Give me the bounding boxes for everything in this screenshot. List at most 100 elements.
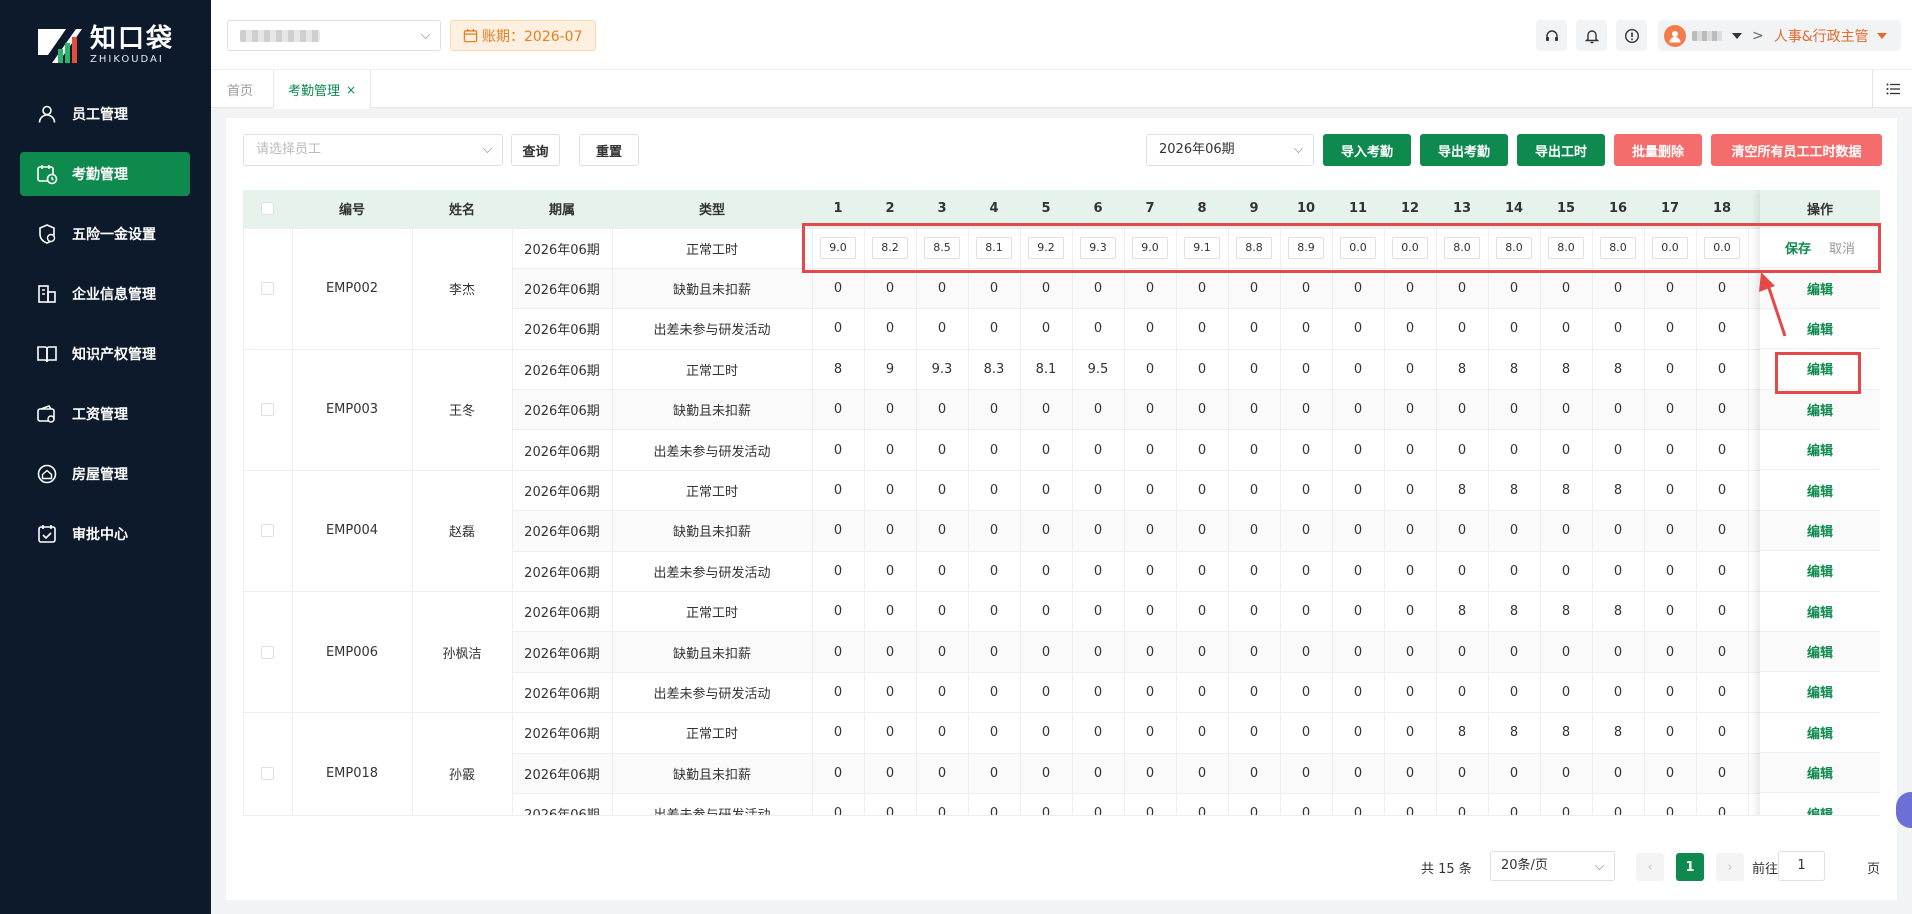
hour-cell: 0 — [1228, 510, 1281, 552]
hour-cell: 0 — [1384, 389, 1437, 431]
attendance-table: 编号 姓名 期属 类型 1 2 3 4 5 6 7 8 9 10 11 12 13 14 15 16 17 18 EMP0… — [243, 190, 1880, 816]
select-all-checkbox[interactable] — [261, 202, 275, 216]
sidebar-item-0[interactable]: 员工管理 — [20, 92, 190, 136]
floating-help-button[interactable] — [1896, 792, 1912, 828]
tabs-menu-button[interactable] — [1872, 70, 1912, 108]
hour-cell: 0 — [864, 753, 917, 794]
hour-cell: 0 — [1228, 672, 1281, 714]
export-hours-button[interactable]: 导出工时 — [1517, 134, 1605, 166]
sidebar-item-6[interactable]: 房屋管理 — [20, 452, 190, 496]
batch-delete-button[interactable]: 批量删除 — [1614, 134, 1702, 166]
edit-button[interactable]: 编辑 — [1807, 682, 1833, 701]
hour-cell: 0 — [1280, 389, 1333, 431]
notification-button[interactable] — [1576, 20, 1607, 51]
row-checkbox[interactable] — [261, 524, 275, 538]
hour-cell: 0 — [812, 793, 865, 815]
hour-cell: 0 — [1072, 429, 1125, 471]
hour-cell: 0 — [864, 793, 917, 815]
row-checkbox[interactable] — [261, 766, 275, 780]
export-attendance-button[interactable]: 导出考勤 — [1420, 134, 1508, 166]
hour-cell: 0 — [812, 510, 865, 552]
sidebar-item-2[interactable]: 五险一金设置 — [20, 212, 190, 256]
avatar — [1664, 24, 1686, 47]
hour-cell: 0 — [968, 672, 1021, 714]
hour-cell: 0 — [1592, 308, 1645, 350]
hour-cell: 0 — [1124, 753, 1177, 794]
clear-all-hours-button[interactable]: 清空所有员工工时数据 — [1711, 134, 1882, 166]
sidebar-item-3[interactable]: 企业信息管理 — [20, 272, 190, 316]
hour-cell: 0 — [1332, 268, 1385, 310]
close-icon[interactable]: × — [346, 83, 356, 97]
goto-page-input[interactable]: 1 — [1778, 851, 1825, 881]
row-checkbox-cell[interactable] — [244, 712, 293, 815]
row-checkbox[interactable] — [261, 403, 275, 417]
sidebar-item-1[interactable]: 考勤管理 — [20, 152, 190, 196]
hour-cell: 0 — [812, 631, 865, 673]
hour-cell: 8 — [1592, 591, 1645, 633]
page-size-select[interactable]: 20条/页 — [1490, 851, 1615, 881]
user-role[interactable]: 人事&行政主管 — [1774, 26, 1869, 46]
edit-button[interactable]: 编辑 — [1807, 763, 1833, 782]
row-checkbox-cell[interactable] — [244, 228, 293, 350]
hour-cell: 0 — [812, 470, 865, 512]
query-button[interactable]: 查询 — [511, 134, 560, 166]
bell-icon — [1584, 29, 1599, 43]
row-checkbox-cell[interactable] — [244, 349, 293, 471]
edit-button[interactable]: 编辑 — [1807, 481, 1833, 500]
user-menu[interactable]: > 人事&行政主管 — [1658, 20, 1901, 51]
hour-cell: 0 — [1644, 672, 1697, 714]
sidebar-nav: 员工管理考勤管理五险一金设置 企业信息管理 知识产权管理 工资管理房屋管理审批中心 — [20, 92, 190, 572]
support-button[interactable] — [1536, 20, 1567, 51]
accounting-period-badge[interactable]: 账期：2026-07 — [450, 20, 596, 51]
sidebar-item-7[interactable]: 审批中心 — [20, 512, 190, 556]
select-all-checkbox-cell[interactable] — [244, 190, 293, 229]
employee-select[interactable]: 请选择员工 — [243, 134, 503, 166]
next-page-button[interactable]: › — [1716, 853, 1744, 881]
sidebar-item-label: 审批中心 — [72, 527, 128, 543]
role-caret-down-icon[interactable] — [1876, 32, 1887, 39]
hour-cell: 0 — [1592, 631, 1645, 673]
period-select[interactable]: 2026年06期 — [1146, 134, 1314, 166]
hour-cell: 0 — [1072, 591, 1125, 633]
row-checkbox-cell[interactable] — [244, 591, 293, 714]
hour-cell: 0 — [1540, 672, 1593, 714]
tab-attendance[interactable]: 考勤管理 × — [273, 70, 372, 109]
operations-cell: 编辑 — [1760, 470, 1880, 511]
caret-down-icon[interactable] — [1732, 32, 1742, 39]
edit-button[interactable]: 编辑 — [1807, 319, 1833, 338]
row-checkbox[interactable] — [261, 282, 275, 296]
hour-cell: 0 — [968, 551, 1021, 593]
hour-cell: 0 — [1280, 672, 1333, 714]
hour-cell: 0 — [1020, 753, 1073, 794]
edit-button[interactable]: 编辑 — [1807, 279, 1833, 298]
page-1-button[interactable]: 1 — [1676, 853, 1704, 881]
sidebar-item-5[interactable]: 工资管理 — [20, 392, 190, 436]
info-button[interactable] — [1616, 20, 1647, 51]
reset-button[interactable]: 重置 — [579, 134, 639, 166]
edit-button[interactable]: 编辑 — [1807, 804, 1833, 815]
edit-button[interactable]: 编辑 — [1807, 400, 1833, 419]
hour-cell: 0 — [968, 631, 1021, 673]
prev-page-button[interactable]: ‹ — [1636, 853, 1664, 881]
edit-button[interactable]: 编辑 — [1807, 642, 1833, 661]
hour-cell: 0 — [1020, 591, 1073, 633]
tab-home[interactable]: 首页 — [227, 70, 253, 108]
edit-button[interactable]: 编辑 — [1807, 561, 1833, 580]
sidebar-item-4[interactable]: 知识产权管理 — [20, 332, 190, 376]
edit-button[interactable]: 编辑 — [1807, 521, 1833, 540]
import-attendance-button[interactable]: 导入考勤 — [1323, 134, 1411, 166]
headset-icon — [1545, 29, 1558, 41]
edit-button[interactable]: 编辑 — [1807, 602, 1833, 621]
row-checkbox-cell[interactable] — [244, 470, 293, 593]
hour-cell: 0 — [864, 470, 917, 512]
edit-button[interactable]: 编辑 — [1807, 723, 1833, 742]
company-select[interactable] — [227, 20, 441, 51]
hour-cell: 0 — [1280, 510, 1333, 552]
period-cell: 2026年06期 — [512, 591, 613, 633]
edit-button[interactable]: 编辑 — [1807, 440, 1833, 459]
hour-cell: 0 — [1280, 429, 1333, 471]
row-checkbox[interactable] — [261, 645, 275, 659]
annotation-edit-row-box — [802, 223, 1881, 273]
employee-id: EMP006 — [292, 591, 413, 714]
hour-cell: 0 — [1072, 551, 1125, 593]
